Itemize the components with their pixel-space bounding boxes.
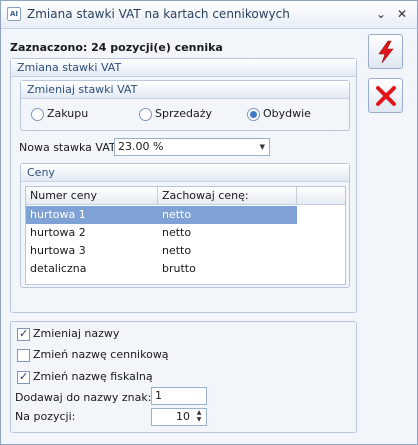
checkbox-box[interactable] bbox=[17, 326, 30, 342]
app-icon: AI bbox=[7, 7, 21, 21]
radio-button[interactable] bbox=[247, 107, 260, 121]
table-row[interactable]: hurtowa 1 netto bbox=[26, 206, 345, 224]
cell-keep-price[interactable]: brutto bbox=[162, 260, 196, 278]
add-char-label: Dodawaj do nazwy znak: bbox=[15, 391, 152, 404]
checkbox-change-names[interactable]: Zmieniaj nazwy bbox=[17, 326, 119, 342]
minimize-button[interactable]: ⌄ bbox=[373, 6, 389, 22]
prices-group: Ceny Numer ceny Zachowaj cenę: hurtowa 1… bbox=[20, 163, 350, 288]
checkbox-label: Zmieniaj nazwy bbox=[33, 327, 120, 340]
position-label: Na pozycji: bbox=[15, 410, 76, 423]
new-vat-label: Nowa stawka VAT: bbox=[19, 141, 119, 154]
vat-mode-group: Zmieniaj stawki VAT Zakupu Sprzedaży Oby… bbox=[20, 80, 350, 131]
dialog-window: AI Zmiana stawki VAT na kartach cennikow… bbox=[0, 0, 418, 445]
column-header-keep-price[interactable]: Zachowaj cenę: bbox=[158, 187, 297, 205]
checkbox-change-price-list-name[interactable]: Zmień nazwę cennikową bbox=[17, 347, 169, 363]
checkbox-label: Zmień nazwę cennikową bbox=[33, 348, 169, 361]
column-header-price-number[interactable]: Numer ceny bbox=[26, 187, 158, 205]
selection-count-label: Zaznaczono: 24 pozycji(e) cennika bbox=[10, 41, 223, 54]
prices-group-title: Ceny bbox=[21, 164, 349, 182]
checkbox-label: Zmień nazwę fiskalną bbox=[33, 370, 153, 383]
table-row[interactable]: hurtowa 2 netto bbox=[26, 224, 345, 242]
grid-header: Numer ceny Zachowaj cenę: bbox=[26, 187, 345, 205]
cell-keep-price[interactable]: netto bbox=[162, 242, 191, 260]
cancel-button[interactable] bbox=[368, 78, 403, 113]
checkbox-box[interactable] bbox=[17, 369, 30, 385]
radio-sprzedazy[interactable]: Sprzedaży bbox=[139, 105, 212, 123]
spin-arrows-icon[interactable]: ▲ ▼ bbox=[194, 409, 204, 425]
vat-mode-group-title: Zmieniaj stawki VAT bbox=[21, 81, 349, 99]
lightning-icon bbox=[378, 40, 394, 64]
chevron-down-icon[interactable]: ▼ bbox=[260, 139, 265, 155]
add-char-input[interactable]: 1 bbox=[151, 387, 207, 405]
cell-keep-price[interactable]: netto bbox=[162, 206, 191, 224]
new-vat-select[interactable]: 23.00 % ▼ bbox=[114, 138, 270, 156]
radio-label: Obydwie bbox=[263, 107, 311, 120]
prices-grid: Numer ceny Zachowaj cenę: hurtowa 1 nett… bbox=[25, 186, 346, 285]
radio-button[interactable] bbox=[139, 107, 152, 121]
cell-price-name[interactable]: hurtowa 1 bbox=[30, 206, 86, 224]
new-vat-value: 23.00 % bbox=[118, 140, 164, 153]
position-stepper[interactable]: 10 ▲ ▼ bbox=[151, 408, 207, 426]
radio-zakupu[interactable]: Zakupu bbox=[31, 105, 88, 123]
vat-change-panel-title: Zmiana stawki VAT bbox=[11, 59, 356, 77]
close-x-icon bbox=[376, 86, 396, 106]
vat-change-panel: Zmiana stawki VAT Zmieniaj stawki VAT Za… bbox=[10, 58, 357, 313]
table-row[interactable]: hurtowa 3 netto bbox=[26, 242, 345, 260]
radio-obydwie[interactable]: Obydwie bbox=[247, 105, 311, 123]
checkbox-change-fiscal-name[interactable]: Zmień nazwę fiskalną bbox=[17, 369, 153, 385]
radio-button[interactable] bbox=[31, 107, 44, 121]
radio-label: Zakupu bbox=[47, 107, 89, 120]
title-bar: AI Zmiana stawki VAT na kartach cennikow… bbox=[1, 1, 417, 29]
table-row[interactable]: detaliczna brutto bbox=[26, 260, 345, 278]
radio-label: Sprzedaży bbox=[155, 107, 213, 120]
names-panel: Zmieniaj nazwy Zmień nazwę cennikową Zmi… bbox=[10, 321, 357, 433]
cell-price-name[interactable]: detaliczna bbox=[30, 260, 86, 278]
cell-keep-price[interactable]: netto bbox=[162, 224, 191, 242]
close-button[interactable]: ✕ bbox=[394, 6, 410, 22]
run-button[interactable] bbox=[368, 34, 403, 69]
vat-mode-radio-group: Zakupu Sprzedaży Obydwie bbox=[21, 105, 349, 125]
cell-price-name[interactable]: hurtowa 3 bbox=[30, 242, 86, 260]
cell-price-name[interactable]: hurtowa 2 bbox=[30, 224, 86, 242]
checkbox-box[interactable] bbox=[17, 348, 30, 362]
window-title: Zmiana stawki VAT na kartach cennikowych bbox=[27, 7, 290, 21]
position-value: 10 bbox=[176, 410, 190, 423]
